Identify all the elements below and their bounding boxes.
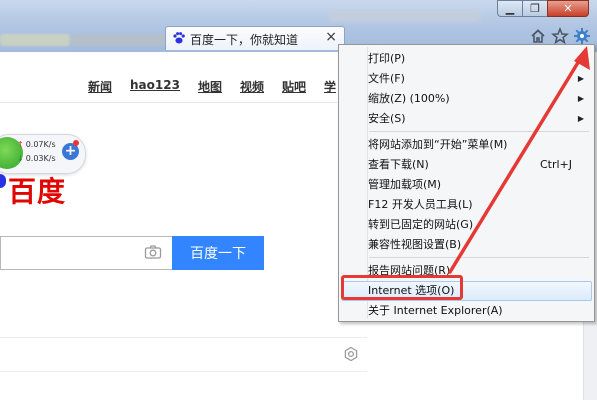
command-icons [529, 27, 591, 45]
baidu-logo: 百度 [8, 175, 67, 208]
browser-tab-baidu[interactable]: 百度一下，你就知道 × [165, 26, 345, 50]
baidu-paw-icon [173, 32, 185, 44]
tab-close-icon[interactable]: × [325, 29, 337, 45]
upload-arrow-icon: ↑ [17, 140, 24, 149]
feed-divider [0, 371, 367, 372]
submenu-arrow-icon: ▶ [577, 74, 584, 83]
menu-item-label: 文件(F) [368, 72, 405, 85]
menu-item-label: 安全(S) [368, 112, 406, 125]
menu-item-zoom[interactable]: 缩放(Z) (100%) ▶ [341, 89, 592, 109]
menu-item-manage-addons[interactable]: 管理加载项(M) [341, 175, 592, 195]
blurred-region [0, 34, 70, 46]
menu-item-print[interactable]: 打印(P) ▶ [341, 49, 592, 69]
menu-separator [369, 131, 589, 132]
menu-item-safety[interactable]: 安全(S) ▶ [341, 109, 592, 129]
menu-item-label: 将网站添加到“开始”菜单(M) [368, 138, 508, 151]
nav-link-news[interactable]: 新闻 [88, 78, 112, 95]
menu-item-label: 查看下载(N) [368, 158, 429, 171]
menu-item-about-ie[interactable]: 关于 Internet Explorer(A) [341, 301, 592, 321]
gear-icon[interactable] [573, 27, 591, 45]
restore-button[interactable]: ❐ [522, 0, 548, 17]
tab-title: 百度一下，你就知道 [190, 33, 299, 47]
star-icon[interactable] [551, 27, 569, 45]
nav-divider [0, 102, 337, 103]
settings-icon[interactable] [343, 346, 359, 362]
network-speed-widget[interactable]: ↑ 0.07K/s ↓ 0.03K/s + [0, 134, 86, 174]
menu-item-label: F12 开发人员工具(L) [368, 198, 473, 211]
feed-divider [0, 337, 367, 338]
notification-dot [73, 140, 79, 146]
menu-item-label: 打印(P) [368, 52, 406, 65]
menu-item-view-downloads[interactable]: 查看下载(N) Ctrl+J [341, 155, 592, 175]
menu-item-label: 关于 Internet Explorer(A) [368, 304, 503, 317]
nav-link-tieba[interactable]: 贴吧 [282, 78, 306, 95]
window-controls: ▁ ❐ ✕ [497, 0, 589, 18]
submenu-arrow-icon: ▶ [577, 54, 584, 63]
camera-icon[interactable] [144, 244, 162, 260]
baidu-logo-paw [0, 174, 6, 188]
menu-item-label: 兼容性视图设置(B) [368, 238, 462, 251]
blurred-region [330, 10, 480, 22]
menu-item-compat-view[interactable]: 兼容性视图设置(B) [341, 235, 592, 255]
home-icon[interactable] [529, 27, 547, 45]
menu-item-label: 转到已固定的网站(G) [368, 218, 474, 231]
download-speed: ↓ 0.03K/s [17, 154, 56, 163]
menu-item-label: 管理加载项(M) [368, 178, 442, 191]
baidu-top-nav: 新闻 hao123 地图 视频 贴吧 学 [88, 78, 336, 95]
submenu-arrow-icon: ▶ [577, 114, 584, 123]
upload-speed-value: 0.07K/s [25, 140, 56, 149]
menu-item-shortcut: Ctrl+J [539, 158, 572, 171]
menu-item-file[interactable]: 文件(F) ▶ [341, 69, 592, 89]
download-speed-value: 0.03K/s [25, 154, 56, 163]
annotation-highlight-box [341, 275, 463, 300]
nav-link-xueshu[interactable]: 学 [324, 78, 336, 95]
search-button[interactable]: 百度一下 [172, 236, 264, 270]
download-arrow-icon: ↓ [17, 154, 24, 163]
close-window-button[interactable]: ✕ [547, 0, 589, 17]
menu-item-add-to-start[interactable]: 将网站添加到“开始”菜单(M) [341, 135, 592, 155]
minimize-button[interactable]: ▁ [497, 0, 523, 17]
submenu-arrow-icon: ▶ [577, 94, 584, 103]
nav-link-map[interactable]: 地图 [198, 78, 222, 95]
menu-item-label: 缩放(Z) (100%) [368, 92, 450, 105]
upload-speed: ↑ 0.07K/s [17, 140, 56, 149]
menu-separator [369, 257, 589, 258]
nav-link-video[interactable]: 视频 [240, 78, 264, 95]
menu-item-pinned-sites[interactable]: 转到已固定的网站(G) [341, 215, 592, 235]
nav-link-hao123[interactable]: hao123 [130, 78, 180, 95]
menu-item-f12-devtools[interactable]: F12 开发人员工具(L) [341, 195, 592, 215]
